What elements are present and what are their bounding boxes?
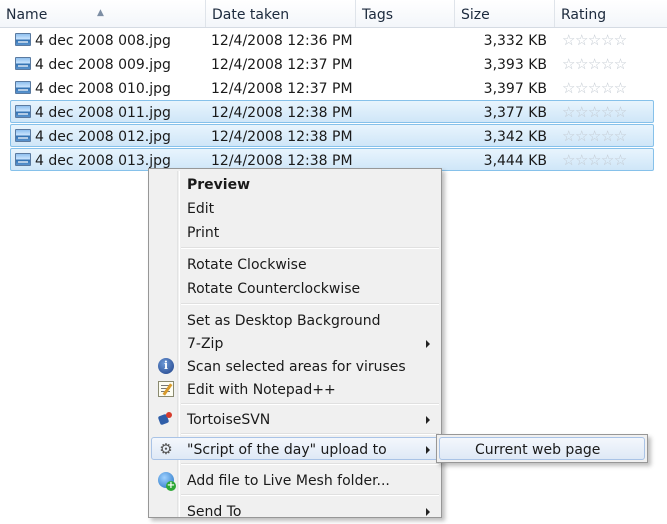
rating-stars[interactable]: ☆☆☆☆☆ <box>562 149 627 172</box>
chevron-right-icon <box>426 340 430 348</box>
rating-stars[interactable]: ☆☆☆☆☆ <box>562 125 627 148</box>
script-upload-submenu: Current web page <box>436 434 648 463</box>
column-header: Name ▲ Date taken Tags Size Rating <box>0 0 667 28</box>
menu-separator <box>181 463 439 465</box>
file-name: 4 dec 2008 010.jpg <box>35 81 171 97</box>
file-date-taken: 12/4/2008 12:38 PM <box>211 129 353 145</box>
menu-item-send-to[interactable]: Send To <box>151 499 439 522</box>
file-row[interactable]: 4 dec 2008 009.jpg 12/4/2008 12:37 PM 3,… <box>10 52 654 75</box>
menu-item-label: 7-Zip <box>187 336 224 352</box>
context-menu: Preview Edit Print Rotate Clockwise Rota… <box>148 168 442 520</box>
chevron-right-icon <box>426 446 430 454</box>
menu-item-print[interactable]: Print <box>151 220 439 243</box>
menu-item-label: Set as Desktop Background <box>187 313 381 329</box>
menu-separator <box>181 247 439 249</box>
jpg-image-icon <box>15 129 31 142</box>
rating-stars[interactable]: ☆☆☆☆☆ <box>562 53 627 76</box>
file-name: 4 dec 2008 009.jpg <box>35 57 171 73</box>
chevron-right-icon <box>426 508 430 516</box>
tortoise-svn-icon <box>158 411 174 427</box>
column-header-date-taken[interactable]: Date taken <box>206 0 356 27</box>
rating-stars[interactable]: ☆☆☆☆☆ <box>562 101 627 124</box>
menu-item-preview[interactable]: Preview <box>151 172 439 195</box>
file-name: 4 dec 2008 011.jpg <box>35 105 171 121</box>
menu-item-label: Edit <box>187 201 215 217</box>
menu-item-live-mesh[interactable]: Add file to Live Mesh folder... <box>151 468 439 491</box>
jpg-image-icon <box>15 153 31 166</box>
gear-icon: ⚙ <box>159 440 173 458</box>
menu-item-label: Edit with Notepad++ <box>187 382 336 398</box>
file-row[interactable]: 4 dec 2008 008.jpg 12/4/2008 12:36 PM 3,… <box>10 28 654 51</box>
menu-item-label: Rotate Clockwise <box>187 257 307 273</box>
menu-item-label: Print <box>187 225 220 241</box>
menu-item-label: Scan selected areas for viruses <box>187 359 406 375</box>
menu-item-label: Preview <box>187 177 251 193</box>
menu-item-7zip[interactable]: 7-Zip <box>151 331 439 354</box>
jpg-image-icon <box>15 81 31 94</box>
file-size: 3,393 KB <box>483 57 547 73</box>
file-size: 3,444 KB <box>483 153 547 169</box>
column-header-rating[interactable]: Rating <box>555 0 667 27</box>
jpg-image-icon <box>15 57 31 70</box>
column-rating-label: Rating <box>561 7 607 23</box>
menu-item-set-desktop-background[interactable]: Set as Desktop Background <box>151 308 439 331</box>
menu-item-edit-notepad[interactable]: Edit with Notepad++ <box>151 377 439 400</box>
menu-separator <box>181 494 439 496</box>
file-date-taken: 12/4/2008 12:37 PM <box>211 57 353 73</box>
menu-item-script-upload[interactable]: ⚙ "Script of the day" upload to <box>151 437 439 460</box>
menu-item-rotate-clockwise[interactable]: Rotate Clockwise <box>151 252 439 275</box>
column-header-size[interactable]: Size <box>455 0 555 27</box>
column-header-tags[interactable]: Tags <box>356 0 455 27</box>
file-name: 4 dec 2008 008.jpg <box>35 33 171 49</box>
file-date-taken: 12/4/2008 12:36 PM <box>211 33 353 49</box>
column-size-label: Size <box>461 7 490 23</box>
jpg-image-icon <box>15 33 31 46</box>
menu-item-label: Add file to Live Mesh folder... <box>187 473 390 489</box>
menu-separator <box>181 433 439 435</box>
menu-item-label: "Script of the day" upload to <box>187 442 387 458</box>
file-name: 4 dec 2008 012.jpg <box>35 129 171 145</box>
menu-item-edit[interactable]: Edit <box>151 196 439 219</box>
file-size: 3,397 KB <box>483 81 547 97</box>
submenu-item-label: Current web page <box>475 442 601 458</box>
column-header-name[interactable]: Name ▲ <box>0 0 206 27</box>
file-size: 3,342 KB <box>483 129 547 145</box>
notepad-plus-plus-icon <box>158 381 174 397</box>
file-size: 3,377 KB <box>483 105 547 121</box>
menu-item-scan-viruses[interactable]: i Scan selected areas for viruses <box>151 354 439 377</box>
file-row[interactable]: 4 dec 2008 011.jpg 12/4/2008 12:38 PM 3,… <box>10 100 654 123</box>
antivirus-icon: i <box>158 358 174 374</box>
rating-stars[interactable]: ☆☆☆☆☆ <box>562 29 627 52</box>
file-row[interactable]: 4 dec 2008 012.jpg 12/4/2008 12:38 PM 3,… <box>10 124 654 147</box>
live-mesh-icon <box>158 472 176 491</box>
column-tags-label: Tags <box>362 7 393 23</box>
file-date-taken: 12/4/2008 12:37 PM <box>211 81 353 97</box>
file-row[interactable]: 4 dec 2008 010.jpg 12/4/2008 12:37 PM 3,… <box>10 76 654 99</box>
submenu-item-current-web-page[interactable]: Current web page <box>439 437 645 460</box>
column-name-label: Name <box>6 7 48 23</box>
menu-separator <box>181 403 439 405</box>
menu-item-tortoise-svn[interactable]: TortoiseSVN <box>151 407 439 430</box>
menu-item-label: TortoiseSVN <box>187 412 271 428</box>
column-date-label: Date taken <box>212 7 290 23</box>
file-date-taken: 12/4/2008 12:38 PM <box>211 105 353 121</box>
menu-separator <box>181 303 439 305</box>
sort-ascending-icon: ▲ <box>97 8 104 18</box>
menu-item-label: Rotate Counterclockwise <box>187 281 361 297</box>
menu-item-label: Send To <box>187 504 242 520</box>
file-size: 3,332 KB <box>483 33 547 49</box>
chevron-right-icon <box>426 416 430 424</box>
rating-stars[interactable]: ☆☆☆☆☆ <box>562 77 627 100</box>
jpg-image-icon <box>15 105 31 118</box>
menu-item-rotate-counterclockwise[interactable]: Rotate Counterclockwise <box>151 276 439 299</box>
